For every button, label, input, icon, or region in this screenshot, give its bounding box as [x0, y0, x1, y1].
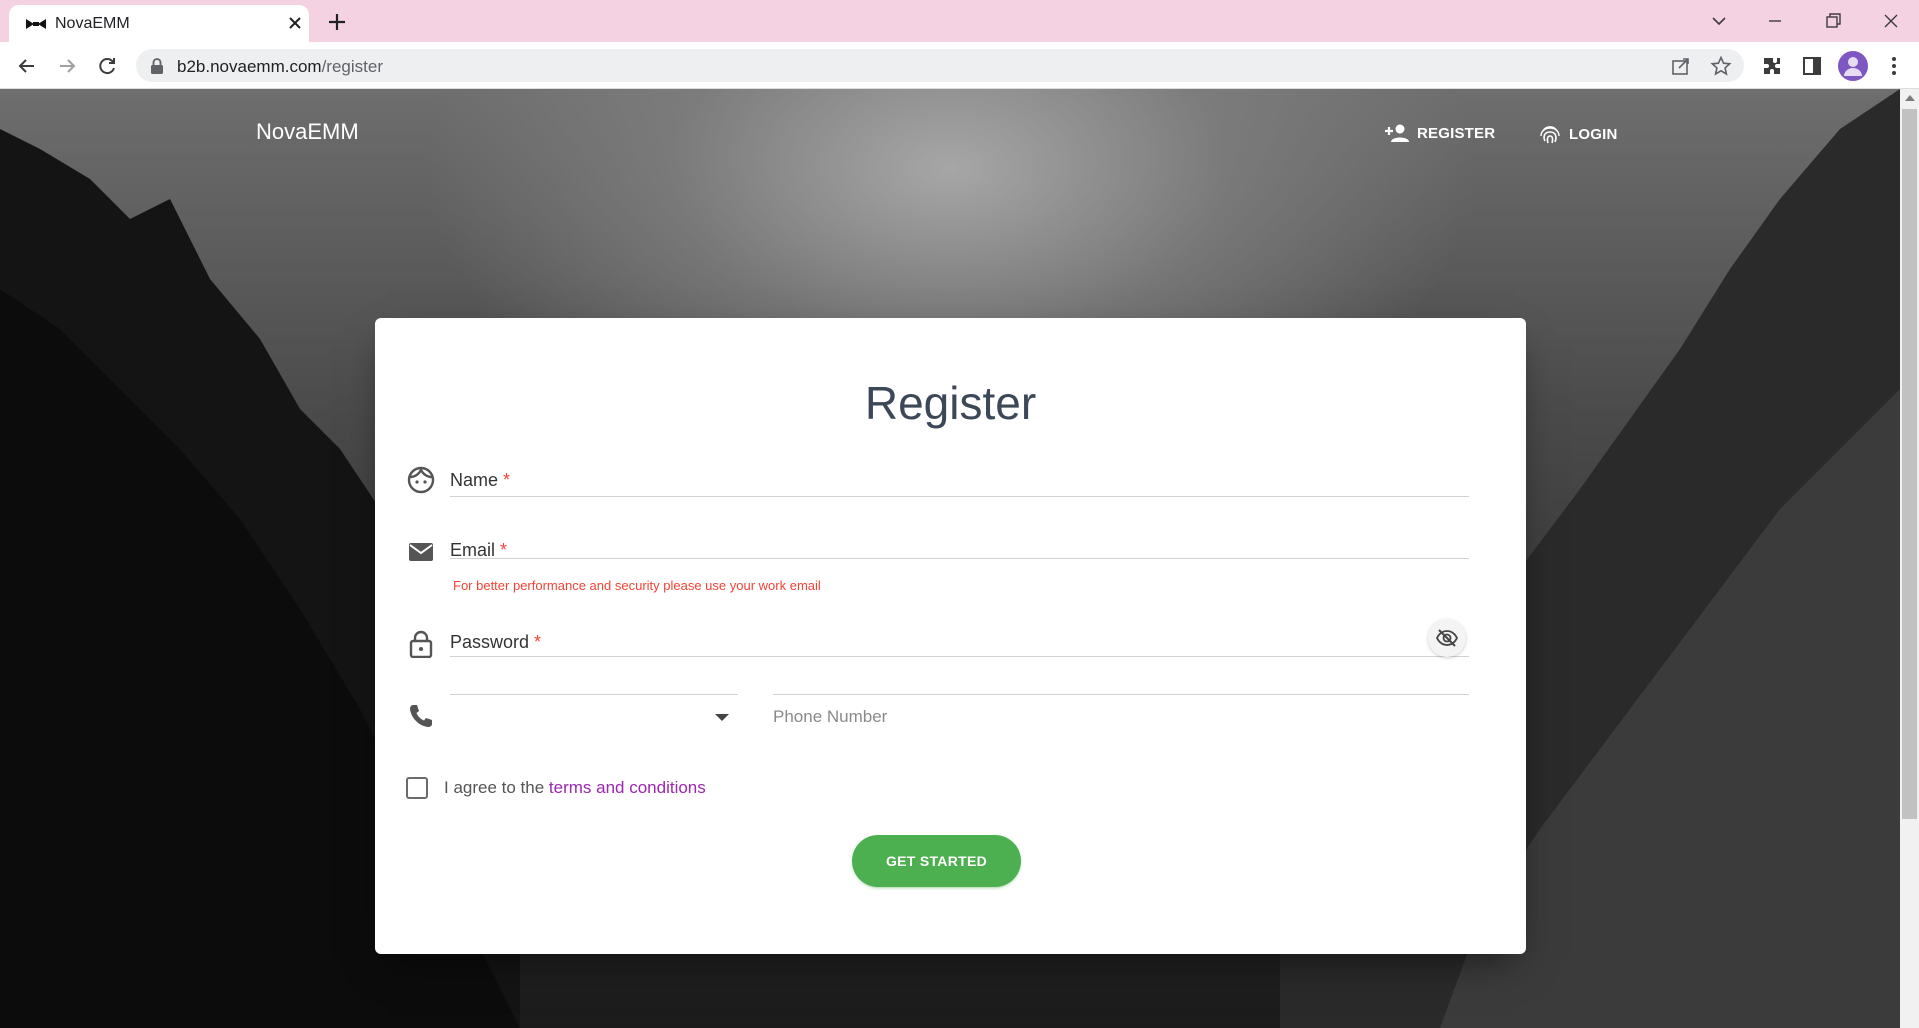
- email-helper-text: For better performance and security plea…: [453, 578, 821, 593]
- email-label: Email *: [450, 540, 508, 560]
- lock-icon: [409, 630, 433, 658]
- novaemm-favicon-icon: [26, 19, 46, 29]
- toggle-password-visibility-button[interactable]: [1428, 619, 1466, 657]
- browser-tab[interactable]: NovaEMM: [9, 5, 309, 42]
- address-bar[interactable]: b2b.novaemm.com/register: [136, 49, 1744, 82]
- nav-login-label: LOGIN: [1569, 125, 1618, 143]
- scrollbar-thumb[interactable]: [1902, 109, 1917, 819]
- password-label: Password *: [450, 632, 542, 652]
- phone-number-input[interactable]: [773, 694, 1469, 695]
- back-icon[interactable]: [14, 53, 40, 79]
- reload-icon[interactable]: [94, 53, 120, 79]
- close-window-icon[interactable]: [1878, 8, 1904, 34]
- browser-toolbar: b2b.novaemm.com/register: [0, 42, 1919, 89]
- face-icon: [407, 466, 435, 494]
- visibility-off-icon: [1436, 629, 1458, 647]
- url-text: b2b.novaemm.com/register: [177, 57, 383, 76]
- chevron-down-icon[interactable]: [715, 714, 729, 721]
- terms-checkbox[interactable]: [406, 777, 428, 799]
- share-icon[interactable]: [1670, 55, 1692, 77]
- person-add-icon: [1385, 124, 1409, 142]
- phone-number-placeholder: Phone Number: [773, 707, 888, 726]
- restore-icon[interactable]: [1820, 8, 1846, 34]
- name-label: Name *: [450, 470, 511, 490]
- new-tab-icon[interactable]: [325, 10, 349, 34]
- lock-icon[interactable]: [150, 58, 164, 74]
- profile-icon: [1838, 51, 1868, 81]
- profile-avatar[interactable]: [1838, 51, 1868, 81]
- get-started-button[interactable]: GET STARTED: [852, 835, 1021, 887]
- email-field[interactable]: Email *: [450, 528, 1469, 560]
- nav-login-link[interactable]: LOGIN: [1539, 123, 1618, 145]
- tab-search-icon[interactable]: [1706, 8, 1732, 34]
- scroll-up-arrow-icon[interactable]: [1905, 95, 1915, 101]
- page-scrollbar[interactable]: [1900, 89, 1919, 1028]
- nav-register-label: REGISTER: [1417, 124, 1496, 142]
- page-title: Register: [864, 377, 1037, 429]
- brand-logo-text[interactable]: NovaEMM: [256, 119, 359, 145]
- password-field[interactable]: Password *: [450, 620, 1469, 657]
- bookmark-star-icon[interactable]: [1710, 55, 1732, 77]
- nav-register-link[interactable]: REGISTER: [1385, 123, 1495, 143]
- close-tab-icon[interactable]: [285, 13, 305, 33]
- fingerprint-icon: [1540, 126, 1560, 144]
- mail-icon: [409, 543, 433, 561]
- country-code-select[interactable]: [450, 694, 738, 695]
- more-menu-icon[interactable]: [1882, 54, 1906, 78]
- name-field[interactable]: Name *: [450, 458, 1469, 497]
- browser-tab-bar: NovaEMM: [0, 0, 1919, 42]
- page-background: NovaEMM REGISTER LOGIN Register Name * E…: [0, 89, 1900, 1028]
- terms-agreement-text: I agree to the terms and conditions: [444, 778, 706, 797]
- register-card: Register Name * Email * For better perfo…: [375, 318, 1526, 954]
- extensions-icon[interactable]: [1760, 54, 1784, 78]
- side-panel-icon[interactable]: [1800, 54, 1824, 78]
- tab-title: NovaEMM: [55, 15, 130, 32]
- phone-icon: [410, 705, 432, 727]
- forward-icon[interactable]: [54, 53, 80, 79]
- terms-link[interactable]: terms and conditions: [549, 778, 706, 797]
- minimize-icon[interactable]: [1762, 8, 1788, 34]
